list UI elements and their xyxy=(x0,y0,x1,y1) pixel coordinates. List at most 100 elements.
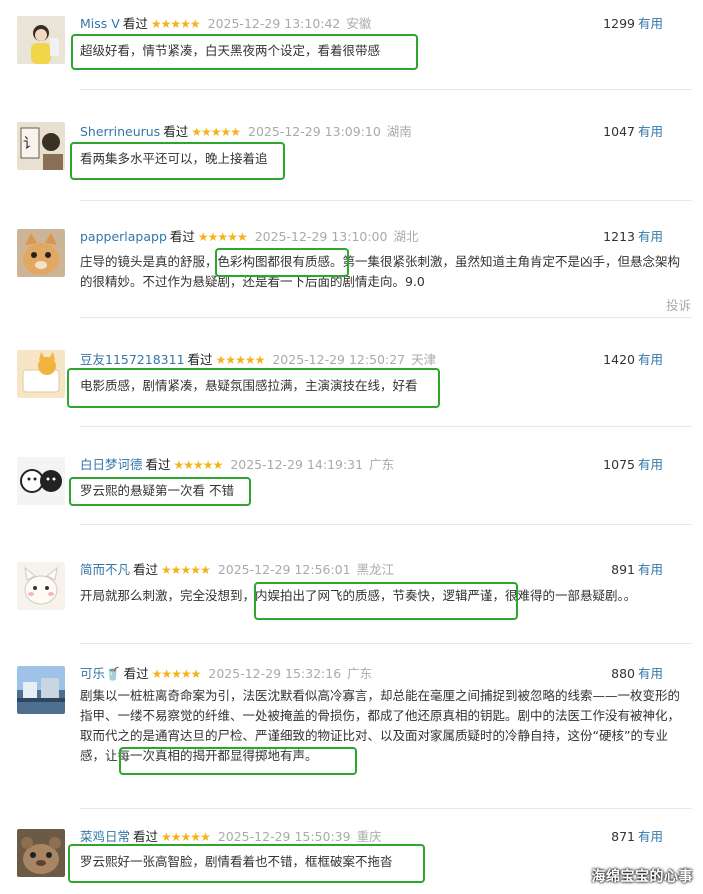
username-link[interactable]: papperlapapp xyxy=(80,229,167,244)
avatar[interactable] xyxy=(17,350,65,398)
review-header: Miss V 看过 ★★★★★ 2025-12-29 13:10:42 安徽 xyxy=(80,16,371,32)
review-location: 湖北 xyxy=(393,229,419,244)
review-time: 2025-12-29 13:09:10 xyxy=(248,124,381,139)
vote-count: 1299 有用 xyxy=(603,16,663,32)
review-time: 2025-12-29 13:10:42 xyxy=(207,16,341,31)
vote-count: 871 有用 xyxy=(611,829,663,845)
review-feed: Miss V 看过 ★★★★★ 2025-12-29 13:10:42 安徽 1299… xyxy=(0,0,703,894)
useful-button[interactable]: 有用 xyxy=(638,229,663,244)
username-link[interactable]: 可乐🥤 xyxy=(80,666,121,681)
watched-label: 看过 xyxy=(133,562,159,577)
useful-button[interactable]: 有用 xyxy=(638,666,663,681)
avatar[interactable] xyxy=(17,562,65,610)
review-time: 2025-12-29 15:32:16 xyxy=(208,666,342,681)
vote-number: 880 xyxy=(611,666,635,681)
rating-stars: ★★★★★ xyxy=(197,230,248,244)
review-header: 简而不凡 看过 ★★★★★ 2025-12-29 12:56:01 黑龙江 xyxy=(80,562,394,578)
vote-number: 1299 xyxy=(603,16,635,31)
vote-number: 1075 xyxy=(603,457,635,472)
watched-label: 看过 xyxy=(163,124,189,139)
review-content: 庄导的镜头是真的舒服，色彩构图都很有质感。第一集很紧张刺激，虽然知道主角肯定不是… xyxy=(80,252,692,292)
rating-stars: ★★★★★ xyxy=(161,563,211,577)
highlight-box xyxy=(68,844,425,883)
useful-button[interactable]: 有用 xyxy=(638,352,663,367)
highlight-box xyxy=(67,368,440,408)
vote-number: 891 xyxy=(611,562,635,577)
review-time: 2025-12-29 12:50:27 xyxy=(272,352,406,367)
review-header: 豆友1157218311 看过 ★★★★★ 2025-12-29 12:50:27 天… xyxy=(80,352,436,368)
username-link[interactable]: Miss V xyxy=(80,16,120,31)
vote-count: 891 有用 xyxy=(611,562,663,578)
useful-button[interactable]: 有用 xyxy=(638,829,663,844)
username-link[interactable]: Sherrineurus xyxy=(80,124,160,139)
watched-label: 看过 xyxy=(169,229,195,244)
review-header: 菜鸡日常 看过 ★★★★★ 2025-12-29 15:50:39 重庆 xyxy=(80,829,382,845)
vote-count: 1213 有用 xyxy=(603,229,663,245)
highlight-box xyxy=(119,747,357,775)
divider xyxy=(80,200,692,201)
review-location: 天津 xyxy=(411,352,437,367)
watched-label: 看过 xyxy=(122,16,148,31)
divider xyxy=(80,426,692,427)
highlight-box xyxy=(71,34,418,70)
avatar[interactable] xyxy=(17,16,65,64)
svg-text:讠: 讠 xyxy=(23,136,37,152)
review-header: Sherrineurus 看过 ★★★★★ 2025-12-29 13:09:10 湖… xyxy=(80,124,412,140)
highlight-box xyxy=(69,477,251,506)
useful-button[interactable]: 有用 xyxy=(638,124,663,139)
watched-label: 看过 xyxy=(145,457,171,472)
report-link[interactable]: 投诉 xyxy=(666,295,691,314)
avatar[interactable] xyxy=(17,829,65,877)
review-header: papperlapapp 看过 ★★★★★ 2025-12-29 13:10:00 湖… xyxy=(80,229,418,245)
vote-number: 1047 xyxy=(603,124,635,139)
content-part: 很难得的一部悬疑剧。。 xyxy=(505,588,637,603)
avatar[interactable] xyxy=(17,229,65,277)
watched-label: 看过 xyxy=(133,829,159,844)
review-location: 广东 xyxy=(347,666,373,681)
rating-stars: ★★★★★ xyxy=(215,353,266,367)
rating-stars: ★★★★★ xyxy=(161,830,211,844)
highlight-box xyxy=(70,142,285,180)
watermark: 海绵宝宝的心事 xyxy=(591,869,693,885)
vote-count: 1075 有用 xyxy=(603,457,663,473)
review-header: 白日梦诃德 看过 ★★★★★ 2025-12-29 14:19:31 广东 xyxy=(80,457,394,473)
divider xyxy=(80,89,692,90)
watched-label: 看过 xyxy=(187,352,213,367)
rating-stars: ★★★★★ xyxy=(173,458,224,472)
avatar[interactable] xyxy=(17,666,65,714)
review-time: 2025-12-29 14:19:31 xyxy=(230,457,364,472)
watched-label: 看过 xyxy=(123,666,149,681)
vote-number: 1420 xyxy=(603,352,635,367)
highlight-box xyxy=(215,248,349,277)
review-location: 湖南 xyxy=(386,124,412,139)
avatar[interactable] xyxy=(17,457,65,505)
review-location: 黑龙江 xyxy=(356,562,395,577)
highlight-box xyxy=(254,582,518,620)
divider xyxy=(80,643,692,644)
review-location: 安徽 xyxy=(346,16,372,31)
content-part: 开局就那么刺激，完全没想到， xyxy=(80,588,256,603)
avatar[interactable]: 讠 xyxy=(17,122,65,170)
username-link[interactable]: 简而不凡 xyxy=(80,562,130,577)
vote-count: 880 有用 xyxy=(611,666,663,682)
useful-button[interactable]: 有用 xyxy=(638,16,663,31)
username-link[interactable]: 豆友1157218311 xyxy=(80,352,185,367)
rating-stars: ★★★★★ xyxy=(191,125,241,139)
divider xyxy=(80,317,692,318)
useful-button[interactable]: 有用 xyxy=(638,457,663,472)
divider xyxy=(80,808,692,809)
vote-count: 1420 有用 xyxy=(603,352,663,368)
review-time: 2025-12-29 13:10:00 xyxy=(254,229,388,244)
review-location: 广东 xyxy=(369,457,395,472)
divider xyxy=(80,524,692,525)
useful-button[interactable]: 有用 xyxy=(638,562,663,577)
vote-number: 871 xyxy=(611,829,635,844)
review-time: 2025-12-29 12:56:01 xyxy=(217,562,351,577)
rating-stars: ★★★★★ xyxy=(150,17,201,31)
review-header: 可乐🥤 看过 ★★★★★ 2025-12-29 15:32:16 广东 xyxy=(80,666,372,682)
username-link[interactable]: 菜鸡日常 xyxy=(80,829,130,844)
review-time: 2025-12-29 15:50:39 xyxy=(217,829,351,844)
username-link[interactable]: 白日梦诃德 xyxy=(80,457,143,472)
review-location: 重庆 xyxy=(356,829,382,844)
rating-stars: ★★★★★ xyxy=(151,667,202,681)
